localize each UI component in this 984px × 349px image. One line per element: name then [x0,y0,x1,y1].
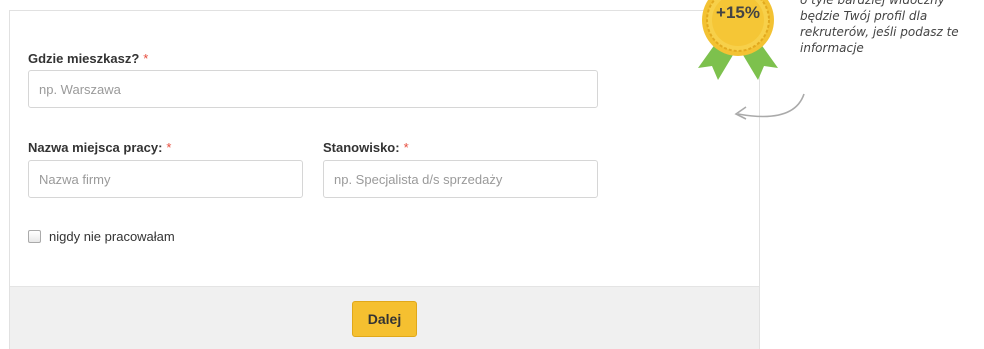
badge-percentage: +15% [716,3,760,22]
workplace-label-text: Nazwa miejsca pracy: [28,140,163,155]
position-label-text: Stanowisko: [323,140,400,155]
required-marker: * [166,140,172,155]
location-input[interactable] [28,70,598,108]
required-marker: * [143,51,149,66]
never-worked-option[interactable]: nigdy nie pracowałam [28,229,175,244]
never-worked-label[interactable]: nigdy nie pracowałam [49,229,175,244]
never-worked-checkbox[interactable] [28,230,41,243]
position-label: Stanowisko: * [323,140,409,155]
location-label-text: Gdzie mieszkasz? [28,51,140,66]
curved-arrow-icon [734,93,805,120]
profile-form-card: Gdzie mieszkasz?* Nazwa miejsca pracy:* … [9,10,760,349]
company-name-input[interactable] [28,160,303,198]
job-title-input[interactable] [323,160,598,198]
next-button[interactable]: Dalej [352,301,417,337]
promo-note: o tyle bardziej widoczny będzie Twój pro… [800,0,959,55]
award-ribbon-icon: +15% [688,0,788,90]
location-label: Gdzie mieszkasz? * [28,51,148,66]
required-marker: * [403,140,409,155]
workplace-label: Nazwa miejsca pracy: * [28,140,171,155]
